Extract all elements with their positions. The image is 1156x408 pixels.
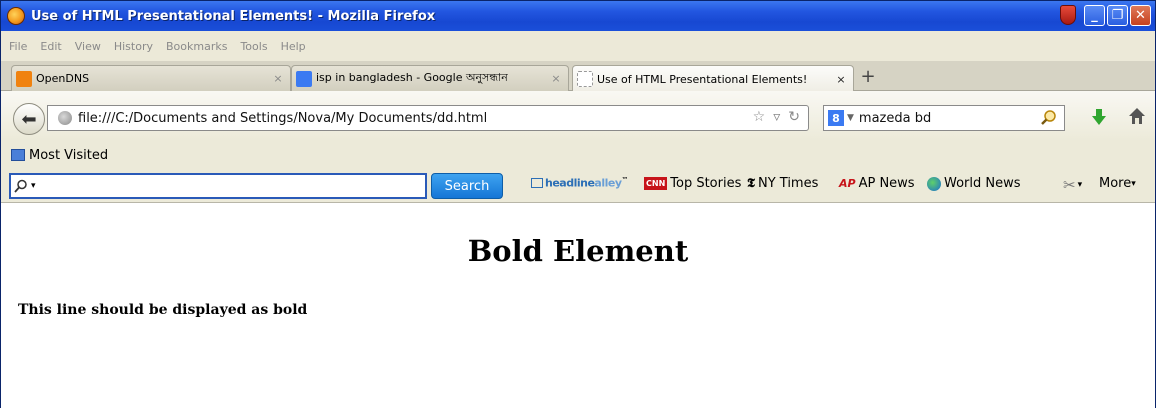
bold-paragraph: This line should be displayed as bold	[18, 302, 308, 318]
maximize-button[interactable]: ❐	[1107, 5, 1128, 26]
bookmark-star-icon[interactable]: ☆	[753, 109, 766, 125]
browser-window: Use of HTML Presentational Elements! - M…	[0, 0, 1156, 408]
url-bar[interactable]: file:///C:/Documents and Settings/Nova/M…	[47, 105, 809, 131]
search-icon	[14, 179, 27, 193]
ap-news-label: AP News	[858, 176, 915, 191]
search-box[interactable]: 8 ▼ mazeda bd	[823, 105, 1065, 131]
url-actions: ☆ ▿ ↻	[753, 109, 800, 125]
search-options-dropdown[interactable]: ▾	[31, 181, 36, 191]
title-bar: Use of HTML Presentational Elements! - M…	[1, 1, 1155, 31]
engine-dropdown-icon[interactable]: ▼	[847, 113, 854, 123]
menu-history[interactable]: History	[114, 40, 153, 53]
home-icon[interactable]	[1128, 107, 1146, 125]
most-visited-icon	[11, 149, 25, 161]
minimize-button[interactable]: _	[1084, 5, 1105, 26]
ny-times-label: NY Times	[757, 176, 819, 191]
world-news-link[interactable]: World News	[927, 176, 1021, 191]
back-arrow-icon: ⬅	[21, 108, 37, 130]
menu-bar: File Edit View History Bookmarks Tools H…	[1, 31, 1155, 61]
ap-news-link[interactable]: AP AP News	[839, 176, 915, 191]
toolbar-search-button[interactable]: Search	[431, 173, 503, 199]
more-button[interactable]: More ▾	[1099, 176, 1136, 191]
tab-label: isp in bangladesh - Google অনুসন্ধান	[316, 71, 508, 84]
tools-dropdown-icon: ▾	[1077, 180, 1083, 190]
toolbar-search-input[interactable]: ▾	[9, 173, 427, 199]
menu-view[interactable]: View	[75, 40, 101, 53]
tab-google-search[interactable]: isp in bangladesh - Google অনুসন্ধান ×	[291, 65, 569, 91]
ap-icon: AP	[839, 177, 856, 190]
tab-close-icon[interactable]: ×	[833, 73, 849, 86]
google-icon	[296, 70, 312, 87]
page-heading: Bold Element	[467, 234, 689, 268]
nyt-icon: 𝕿	[747, 176, 755, 191]
opendns-icon	[16, 70, 32, 87]
wrench-icon: ✂	[1063, 176, 1076, 194]
alley-text: alley	[594, 176, 622, 190]
magnifier-icon[interactable]	[1040, 109, 1058, 127]
menu-help[interactable]: Help	[281, 40, 306, 53]
window-controls: _ ❐ ✕	[1060, 5, 1151, 26]
menu-edit[interactable]: Edit	[40, 40, 61, 53]
new-tab-button[interactable]: +	[857, 67, 879, 89]
menu-bookmarks[interactable]: Bookmarks	[166, 40, 227, 53]
more-label: More	[1099, 176, 1132, 191]
tab-close-icon[interactable]: ×	[270, 72, 286, 85]
tab-opendns[interactable]: OpenDNS ×	[11, 65, 291, 91]
top-stories-label: Top Stories	[670, 176, 742, 191]
trademark-text: ™	[621, 176, 629, 184]
most-visited-link[interactable]: Most Visited	[29, 148, 108, 163]
menu-file[interactable]: File	[9, 40, 27, 53]
headlinealley-link[interactable]: headlinealley™	[531, 176, 628, 190]
tab-close-icon[interactable]: ×	[548, 72, 564, 85]
headlinealley-logo: headlinealley™	[545, 176, 628, 190]
window-title: Use of HTML Presentational Elements! - M…	[31, 8, 436, 24]
globe-icon	[927, 176, 941, 191]
bookmarks-bar: Most Visited	[1, 141, 1155, 169]
tab-strip: OpenDNS × isp in bangladesh - Google অনু…	[1, 61, 1155, 92]
cnn-icon: CNN	[644, 177, 668, 190]
tab-presentational-elements[interactable]: Use of HTML Presentational Elements! ×	[572, 65, 854, 92]
site-identity-icon[interactable]	[58, 111, 72, 125]
more-dropdown-icon: ▾	[1131, 178, 1136, 189]
close-button[interactable]: ✕	[1130, 5, 1151, 26]
firefox-icon	[7, 7, 25, 25]
url-text[interactable]: file:///C:/Documents and Settings/Nova/M…	[78, 111, 487, 126]
reload-icon[interactable]: ↻	[788, 109, 800, 125]
navigation-bar: file:///C:/Documents and Settings/Nova/M…	[1, 91, 1155, 141]
headline-text: headline	[545, 176, 595, 190]
google-engine-icon[interactable]: 8	[828, 110, 844, 126]
top-stories-link[interactable]: CNN Top Stories	[644, 176, 741, 191]
ny-times-link[interactable]: 𝕿 NY Times	[747, 176, 818, 191]
history-dropdown-icon[interactable]: ▿	[773, 109, 780, 125]
tab-label: OpenDNS	[36, 72, 90, 85]
blank-page-icon	[577, 71, 593, 87]
custom-toolbar: ▾ Search headlinealley™ CNN Top Stories …	[1, 169, 1155, 203]
shield-icon[interactable]	[1060, 5, 1076, 25]
headlinealley-icon	[531, 177, 543, 188]
search-input[interactable]: mazeda bd	[859, 111, 931, 126]
world-news-label: World News	[944, 176, 1021, 191]
page-content: Bold Element This line should be display…	[1, 204, 1155, 408]
tools-button[interactable]: ✂ ▾	[1063, 176, 1082, 194]
back-button[interactable]: ⬅	[13, 103, 45, 135]
menu-tools[interactable]: Tools	[240, 40, 267, 53]
tab-label: Use of HTML Presentational Elements!	[597, 72, 808, 86]
download-icon[interactable]	[1091, 107, 1107, 127]
